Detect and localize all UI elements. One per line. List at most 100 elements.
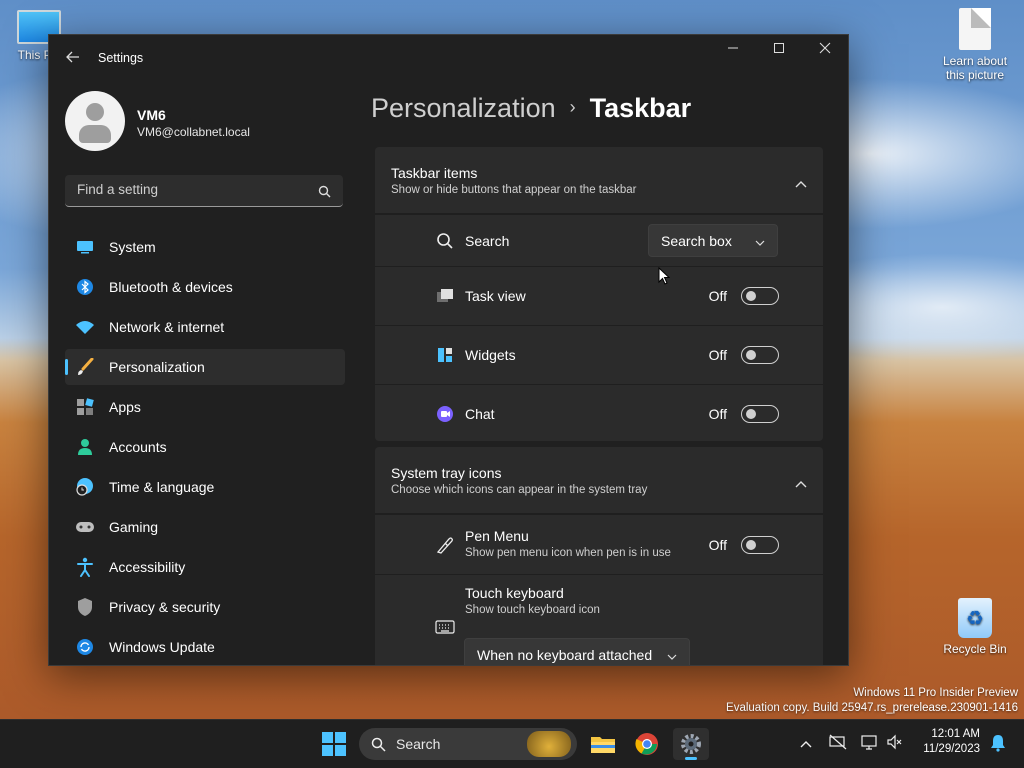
chevron-up-icon[interactable] bbox=[800, 734, 812, 753]
sidebar-item-time-language[interactable]: Time & language bbox=[65, 469, 345, 505]
sidebar-item-label: Accessibility bbox=[109, 559, 186, 575]
breadcrumb-separator: › bbox=[569, 97, 576, 117]
taskbar-settings[interactable] bbox=[673, 728, 709, 760]
sidebar-item-system[interactable]: System bbox=[65, 229, 345, 265]
taskbar-search-box[interactable]: Search bbox=[359, 728, 577, 760]
setting-row-chat: Chat Off bbox=[375, 384, 823, 443]
taskbar-chrome[interactable] bbox=[629, 728, 665, 760]
pen-icon bbox=[435, 535, 455, 555]
toggle-state-text: Off bbox=[708, 288, 727, 304]
notification-bell-icon[interactable] bbox=[990, 734, 1006, 756]
sidebar-item-apps[interactable]: Apps bbox=[65, 389, 345, 425]
sidebar-item-accounts[interactable]: Accounts bbox=[65, 429, 345, 465]
search-icon bbox=[435, 231, 455, 251]
widgets-icon bbox=[435, 345, 455, 365]
avatar-body bbox=[79, 125, 111, 143]
taskbar-clock[interactable]: 12:01 AM 11/29/2023 bbox=[923, 727, 980, 757]
avatar[interactable] bbox=[65, 91, 125, 151]
globe-clock-icon bbox=[75, 477, 95, 497]
sidebar-item-personalization[interactable]: Personalization bbox=[65, 349, 345, 385]
sidebar-item-label: Bluetooth & devices bbox=[109, 279, 233, 295]
desktop-icon-label: Learn about this picture bbox=[942, 54, 1008, 82]
nav-list: System Bluetooth & devices Network & int… bbox=[65, 229, 345, 665]
sidebar-item-gaming[interactable]: Gaming bbox=[65, 509, 345, 545]
accessibility-icon bbox=[75, 557, 95, 577]
search-highlight-image bbox=[527, 731, 571, 757]
section-title: System tray icons bbox=[391, 465, 502, 481]
system-tray-header[interactable]: System tray icons Choose which icons can… bbox=[375, 447, 823, 514]
start-button[interactable] bbox=[322, 732, 346, 760]
search-mode-dropdown[interactable]: Search box bbox=[648, 224, 778, 257]
document-icon bbox=[959, 8, 991, 50]
find-setting-search-box[interactable] bbox=[65, 175, 343, 207]
setting-label: Search bbox=[465, 233, 510, 249]
update-icon bbox=[75, 637, 95, 657]
search-input[interactable] bbox=[75, 181, 319, 198]
setting-label: Widgets bbox=[465, 347, 516, 363]
evaluation-watermark: Windows 11 Pro Insider Preview Evaluatio… bbox=[726, 686, 1018, 716]
section-title: Taskbar items bbox=[391, 165, 478, 181]
sidebar-item-label: Privacy & security bbox=[109, 599, 221, 615]
gamepad-icon bbox=[75, 517, 95, 537]
sidebar-item-label: Network & internet bbox=[109, 319, 225, 335]
setting-description: Show pen menu icon when pen is in use bbox=[465, 547, 671, 559]
dropdown-value: When no keyboard attached bbox=[477, 647, 653, 663]
desktop-icon-learn-about-picture[interactable]: Learn about this picture bbox=[935, 8, 1015, 82]
chat-toggle[interactable] bbox=[741, 405, 779, 423]
maximize-button[interactable] bbox=[756, 35, 802, 65]
desktop-icon-recycle-bin[interactable]: ♻ Recycle Bin bbox=[935, 598, 1015, 656]
desktop-icon-label: Recycle Bin bbox=[943, 642, 1007, 656]
chat-icon bbox=[435, 404, 455, 424]
section-subtitle: Show or hide buttons that appear on the … bbox=[391, 184, 637, 196]
page-title: Taskbar bbox=[589, 93, 692, 123]
back-arrow-icon[interactable] bbox=[63, 48, 83, 68]
section-subtitle: Choose which icons can appear in the sys… bbox=[391, 484, 648, 496]
avatar-head bbox=[86, 103, 104, 121]
setting-label: Touch keyboard bbox=[465, 585, 564, 601]
taskbar-search-label: Search bbox=[396, 736, 441, 752]
touch-keyboard-dropdown[interactable]: When no keyboard attached bbox=[464, 638, 690, 665]
widgets-toggle[interactable] bbox=[741, 346, 779, 364]
toggle-state-text: Off bbox=[708, 537, 727, 553]
taskbar: Search 12:01 AM 11/29/2023 bbox=[0, 719, 1024, 768]
chevron-down-icon bbox=[667, 649, 677, 665]
taskbar-file-explorer[interactable] bbox=[585, 728, 621, 760]
sidebar: VM6 VM6@collabnet.local System Bluetooth… bbox=[49, 81, 361, 665]
user-email: VM6@collabnet.local bbox=[137, 125, 250, 139]
taskbar-items-header[interactable]: Taskbar items Show or hide buttons that … bbox=[375, 147, 823, 214]
pen-menu-toggle[interactable] bbox=[741, 536, 779, 554]
window-title: Settings bbox=[98, 51, 144, 65]
chrome-icon bbox=[635, 733, 658, 755]
maximize-icon bbox=[774, 43, 784, 53]
breadcrumb-parent[interactable]: Personalization bbox=[371, 93, 556, 123]
taskbar-items-section: Taskbar items Show or hide buttons that … bbox=[375, 147, 823, 441]
clock-time: 12:01 AM bbox=[931, 728, 980, 740]
minimize-button[interactable] bbox=[710, 35, 756, 65]
sidebar-item-bluetooth[interactable]: Bluetooth & devices bbox=[65, 269, 345, 305]
sidebar-item-label: Apps bbox=[109, 399, 141, 415]
network-disconnected-icon[interactable] bbox=[829, 734, 847, 754]
display-icon[interactable] bbox=[861, 734, 879, 754]
wifi-icon bbox=[75, 317, 95, 337]
search-icon[interactable] bbox=[318, 183, 331, 202]
file-explorer-icon bbox=[591, 737, 615, 753]
settings-window: Settings VM6 VM6@collabnet.local System bbox=[48, 34, 849, 666]
setting-row-widgets: Widgets Off bbox=[375, 325, 823, 384]
sidebar-item-privacy-security[interactable]: Privacy & security bbox=[65, 589, 345, 625]
chevron-up-icon[interactable] bbox=[795, 473, 807, 492]
setting-label: Task view bbox=[465, 288, 526, 304]
title-bar[interactable]: Settings bbox=[49, 35, 848, 81]
accounts-icon bbox=[75, 437, 95, 457]
close-button[interactable] bbox=[802, 35, 848, 65]
sidebar-item-accessibility[interactable]: Accessibility bbox=[65, 549, 345, 585]
chevron-up-icon[interactable] bbox=[795, 173, 807, 192]
watermark-line-2: Evaluation copy. Build 25947.rs_prerelea… bbox=[726, 702, 1018, 714]
task-view-toggle[interactable] bbox=[741, 287, 779, 305]
sidebar-item-windows-update[interactable]: Windows Update bbox=[65, 629, 345, 665]
volume-muted-icon[interactable] bbox=[886, 734, 904, 754]
keyboard-icon bbox=[435, 617, 455, 637]
close-icon bbox=[819, 42, 831, 54]
sidebar-item-network[interactable]: Network & internet bbox=[65, 309, 345, 345]
minimize-icon bbox=[728, 47, 738, 49]
toggle-state-text: Off bbox=[708, 406, 727, 422]
